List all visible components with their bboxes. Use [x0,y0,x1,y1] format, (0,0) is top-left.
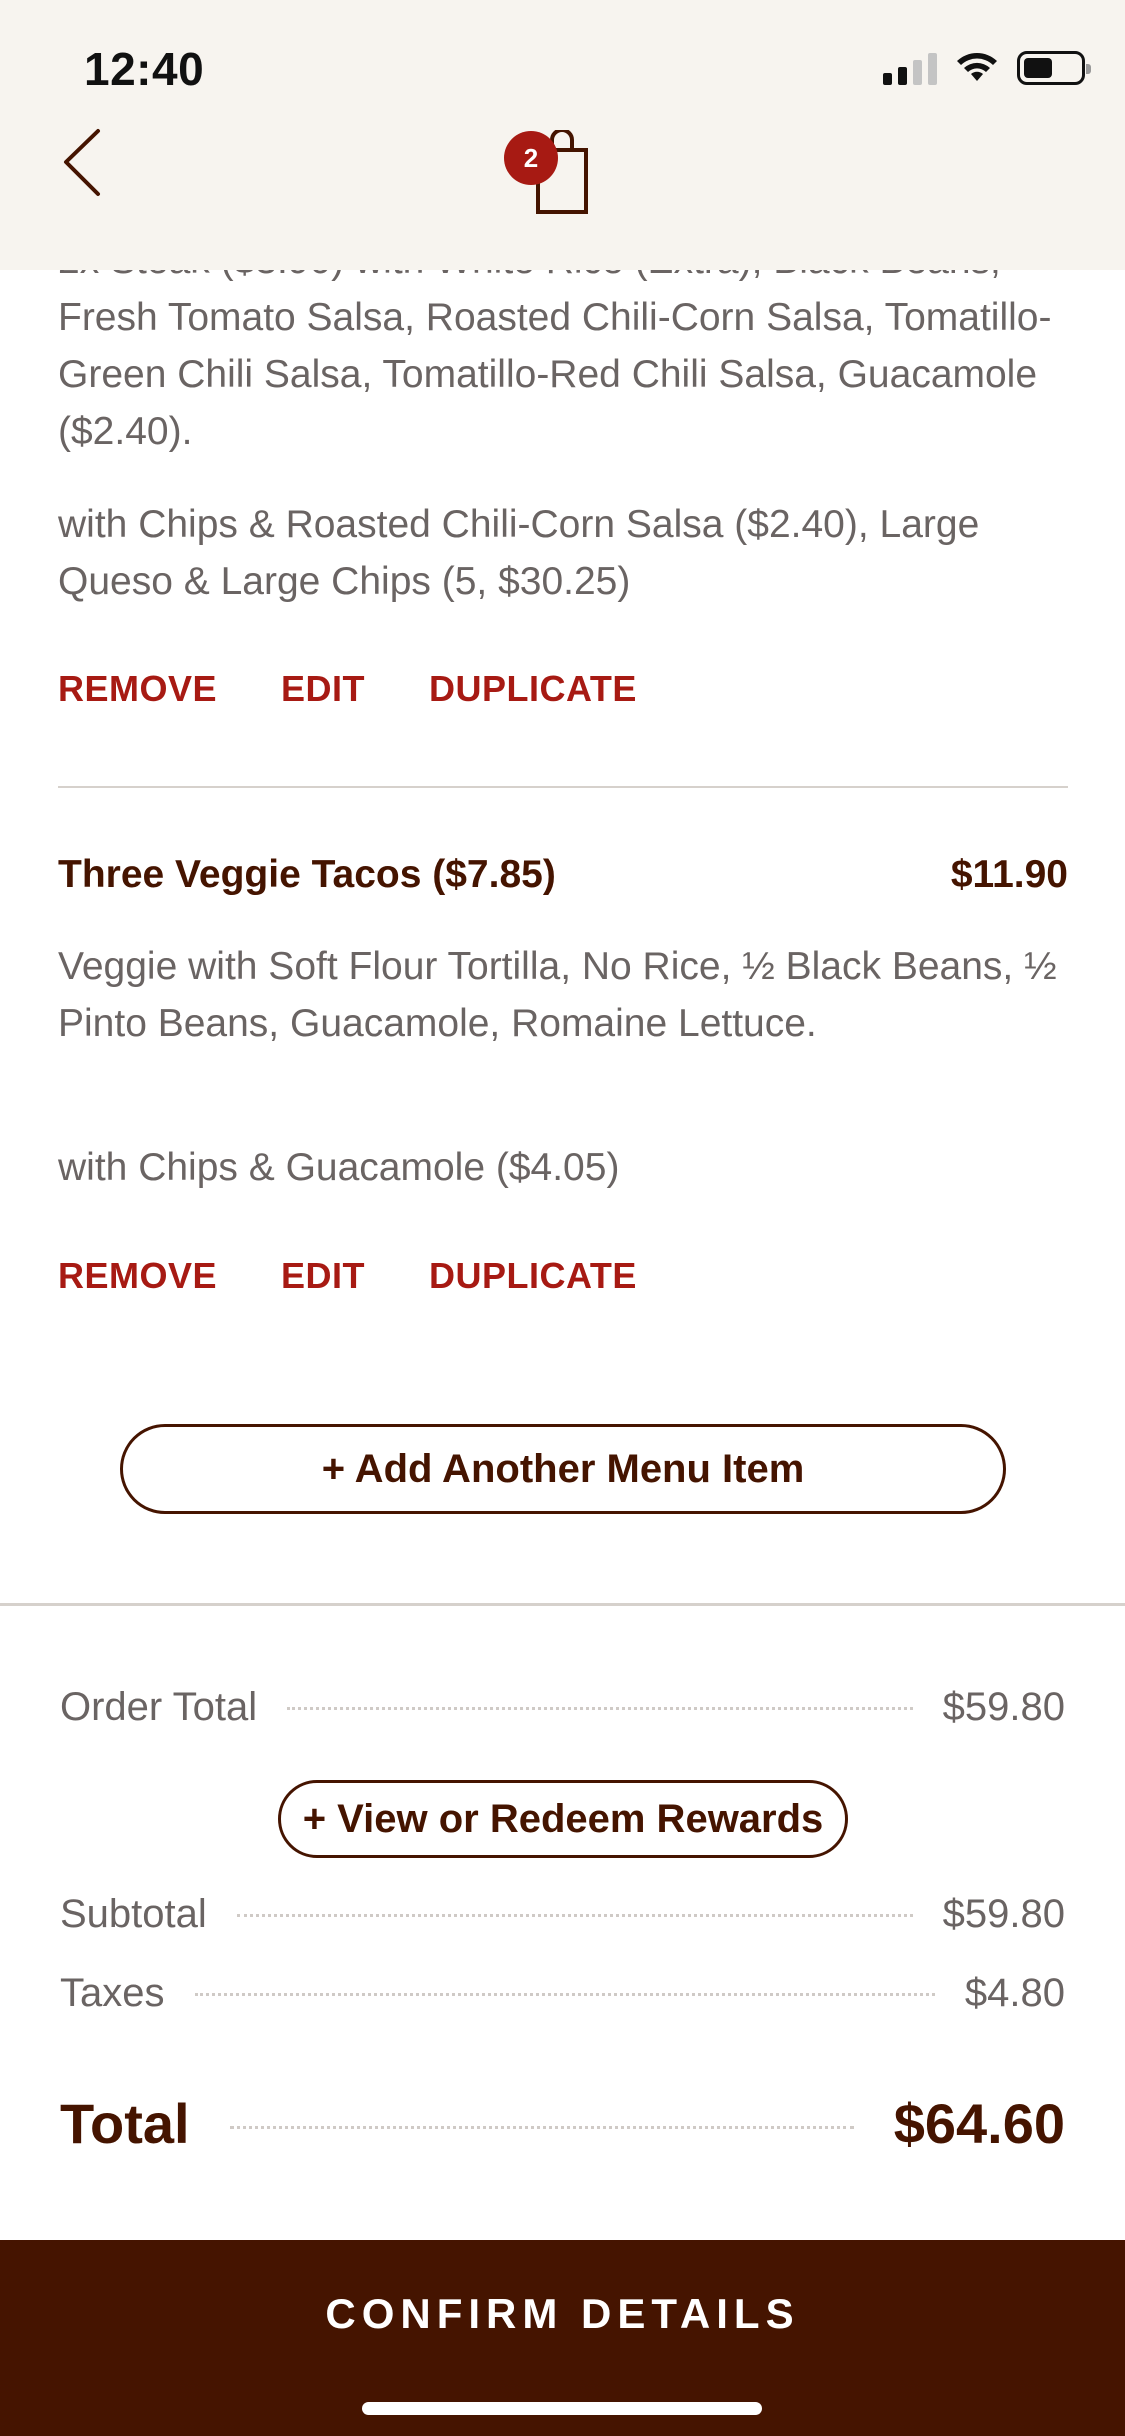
chevron-left-icon [64,129,100,196]
total-row: Total $64.60 [60,2091,1065,2156]
back-button[interactable] [56,125,116,200]
item-2-title: Three Veggie Tacos ($7.85) [58,853,556,896]
confirm-details-bar[interactable]: CONFIRM DETAILS [0,2240,1125,2436]
bag-count-badge: 2 [504,131,558,185]
item-1-remove-button[interactable]: REMOVE [58,668,217,710]
battery-icon [1017,51,1091,85]
item-1-sides: with Chips & Roasted Chili-Corn Salsa ($… [58,503,980,603]
order-total-row: Order Total $59.80 [60,1685,1065,1730]
taxes-label: Taxes [60,1971,165,2015]
confirm-details-button[interactable]: CONFIRM DETAILS [0,2290,1125,2338]
item-2-duplicate-button[interactable]: DUPLICATE [429,1255,637,1297]
view-redeem-rewards-button[interactable]: + View or Redeem Rewards [278,1780,848,1858]
item-2-title-row: Three Veggie Tacos ($7.85) $11.90 [58,853,1068,897]
home-indicator [362,2402,762,2415]
status-time: 12:40 [84,43,205,95]
leader-dots [236,1914,913,1917]
item-1-duplicate-button[interactable]: DUPLICATE [429,668,637,710]
order-review-scroll-area[interactable]: 2x Steak ($3.90) with White Rice (Extra)… [0,0,1125,2240]
item-2-price: $11.90 [950,853,1068,896]
total-value: $64.60 [893,2092,1065,2155]
cellular-signal-icon [883,51,937,85]
subtotal-label: Subtotal [60,1892,207,1936]
total-label: Total [60,2092,190,2155]
order-total-label: Order Total [60,1685,258,1729]
subtotal-value: $59.80 [942,1892,1065,1936]
status-icons [883,48,1091,88]
item-1-actions: REMOVE EDIT DUPLICATE [58,668,637,710]
leader-dots [287,1707,913,1710]
item-2-actions: REMOVE EDIT DUPLICATE [58,1255,637,1297]
summary-divider [0,1603,1125,1606]
order-total-value: $59.80 [942,1685,1065,1729]
wifi-icon [957,53,997,81]
item-2-edit-button[interactable]: EDIT [281,1255,365,1297]
app-header: 12:40 2 [0,0,1125,270]
item-2-sides: with Chips & Guacamole ($4.05) [58,1146,620,1189]
item-divider [58,786,1068,788]
item-2-remove-button[interactable]: REMOVE [58,1255,217,1297]
item-2-description: Veggie with Soft Flour Tortilla, No Rice… [58,945,1057,1045]
subtotal-row: Subtotal $59.80 [60,1892,1065,1937]
leader-dots [194,1993,935,1996]
item-1-edit-button[interactable]: EDIT [281,668,365,710]
taxes-row: Taxes $4.80 [60,1971,1065,2016]
taxes-value: $4.80 [964,1971,1065,2015]
add-another-menu-item-button[interactable]: + Add Another Menu Item [120,1424,1006,1514]
leader-dots [229,2126,854,2129]
